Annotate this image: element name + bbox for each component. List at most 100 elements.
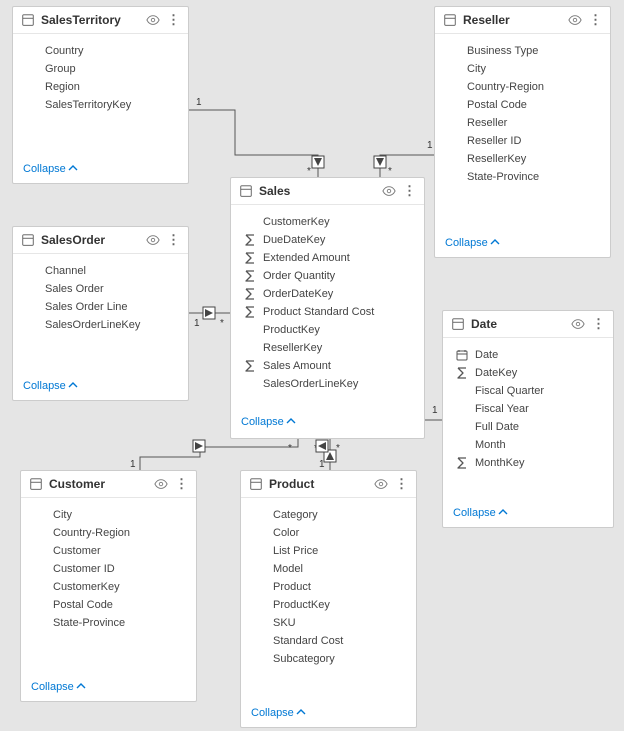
field-row[interactable]: SalesTerritoryKey	[23, 96, 182, 114]
field-row[interactable]: Country-Region	[445, 78, 604, 96]
field-row[interactable]: City	[445, 60, 604, 78]
field-row[interactable]: ProductKey	[251, 596, 410, 614]
field-row[interactable]: MonthKey	[453, 454, 607, 472]
collapse-link[interactable]: Collapse	[21, 674, 196, 701]
field-label: MonthKey	[475, 457, 605, 469]
field-label: OrderDateKey	[263, 288, 416, 300]
collapse-link[interactable]: Collapse	[13, 373, 188, 400]
sigma-icon	[455, 457, 469, 469]
field-row[interactable]: Model	[251, 560, 410, 578]
sigma-icon	[243, 288, 257, 300]
table-product[interactable]: Product⋮CategoryColorList PriceModelProd…	[240, 470, 417, 728]
field-row[interactable]: Region	[23, 78, 182, 96]
field-row[interactable]: Standard Cost	[251, 632, 410, 650]
table-customer[interactable]: Customer⋮ CityCountry-RegionCustomer Custo…	[20, 470, 197, 702]
field-row[interactable]: Channel	[23, 262, 182, 280]
field-row[interactable]: List Price	[251, 542, 410, 560]
field-row[interactable]: OrderDateKey	[241, 285, 418, 303]
field-row[interactable]: SalesOrderLineKey	[241, 375, 418, 393]
table-reseller[interactable]: Reseller ⋮ Business TypeCityCountry-Region…	[434, 6, 611, 258]
field-row[interactable]: SalesOrderLineKey	[23, 316, 182, 334]
collapse-link[interactable]: Collapse	[241, 700, 416, 727]
field-row[interactable]: DueDateKey	[241, 231, 418, 249]
table-sales[interactable]: Sales⋮CustomerKeyDueDateKeyExtended Amou…	[230, 177, 425, 439]
collapse-link[interactable]: Collapse	[231, 409, 424, 436]
field-label: Order Quantity	[263, 270, 416, 282]
field-row[interactable]: Product Standard Cost	[241, 303, 418, 321]
more-menu-icon[interactable]: ⋮	[588, 13, 602, 27]
visibility-icon[interactable]	[374, 477, 388, 491]
field-row[interactable]: Sales Order Line	[23, 298, 182, 316]
visibility-icon[interactable]	[146, 233, 160, 247]
svg-text:*: *	[307, 166, 311, 177]
field-row[interactable]: ResellerKey	[445, 150, 604, 168]
field-row[interactable]: Order Quantity	[241, 267, 418, 285]
table-header[interactable]: Date⋮	[443, 311, 613, 338]
field-row[interactable]: Color	[251, 524, 410, 542]
field-row[interactable]: Country	[23, 42, 182, 60]
field-row[interactable]: Postal Code	[31, 596, 190, 614]
table-sales-territory[interactable]: SalesTerritory⋮ Country GroupRegionSalesTe…	[12, 6, 189, 184]
field-label: Customer ID	[53, 563, 188, 575]
table-date[interactable]: Date⋮ DateDateKeyFiscal QuarterFiscal Yea…	[442, 310, 614, 528]
field-row[interactable]: Reseller	[445, 114, 604, 132]
field-label: Product Standard Cost	[263, 306, 416, 318]
collapse-link[interactable]: Collapse	[443, 500, 613, 527]
field-row[interactable]: Customer	[31, 542, 190, 560]
more-menu-icon[interactable]: ⋮	[166, 233, 180, 247]
field-row[interactable]: Group	[23, 60, 182, 78]
field-row[interactable]: Extended Amount	[241, 249, 418, 267]
field-row[interactable]: Fiscal Quarter	[453, 382, 607, 400]
field-row[interactable]: ResellerKey	[241, 339, 418, 357]
field-row[interactable]: Customer ID	[31, 560, 190, 578]
visibility-icon[interactable]	[146, 13, 160, 27]
field-row[interactable]: ProductKey	[241, 321, 418, 339]
field-row[interactable]: CustomerKey	[31, 578, 190, 596]
field-row[interactable]: City	[31, 506, 190, 524]
field-row[interactable]: CustomerKey	[241, 213, 418, 231]
field-row[interactable]: Sales Amount	[241, 357, 418, 375]
field-list: CustomerKeyDueDateKeyExtended Amount Orde…	[231, 205, 424, 409]
more-menu-icon[interactable]: ⋮	[402, 184, 416, 198]
more-menu-icon[interactable]: ⋮	[591, 317, 605, 331]
field-row[interactable]: Product	[251, 578, 410, 596]
visibility-icon[interactable]	[154, 477, 168, 491]
field-row[interactable]: Category	[251, 506, 410, 524]
visibility-icon[interactable]	[382, 184, 396, 198]
more-menu-icon[interactable]: ⋮	[174, 477, 188, 491]
model-canvas[interactable]: 1 * 1 * 1 * 1 * 1 * 1 * SalesTerritory⋮C…	[0, 0, 624, 731]
table-header[interactable]: Product⋮	[241, 471, 416, 498]
field-row[interactable]: DateKey	[453, 364, 607, 382]
visibility-icon[interactable]	[571, 317, 585, 331]
field-label: Country	[45, 45, 180, 57]
table-header[interactable]: SalesTerritory⋮	[13, 7, 188, 34]
collapse-link[interactable]: Collapse	[435, 230, 610, 257]
table-title: Reseller	[463, 13, 562, 27]
more-menu-icon[interactable]: ⋮	[394, 477, 408, 491]
field-row[interactable]: SKU	[251, 614, 410, 632]
table-icon	[21, 233, 35, 247]
field-row[interactable]: Full Date	[453, 418, 607, 436]
field-row[interactable]: Sales Order	[23, 280, 182, 298]
collapse-label: Collapse	[23, 380, 66, 392]
table-header[interactable]: SalesOrder⋮	[13, 227, 188, 254]
field-row[interactable]: Fiscal Year	[453, 400, 607, 418]
table-sales-order[interactable]: SalesOrder⋮ ChannelSales OrderSales Order…	[12, 226, 189, 401]
field-row[interactable]: Business Type	[445, 42, 604, 60]
field-row[interactable]: Date	[453, 346, 607, 364]
visibility-icon[interactable]	[568, 13, 582, 27]
field-row[interactable]: Reseller ID	[445, 132, 604, 150]
field-row[interactable]: Country-Region	[31, 524, 190, 542]
field-row[interactable]: State-Province	[31, 614, 190, 632]
field-row[interactable]: Subcategory	[251, 650, 410, 668]
field-label: State-Province	[53, 617, 188, 629]
field-row[interactable]: Month	[453, 436, 607, 454]
table-header[interactable]: Sales⋮	[231, 178, 424, 205]
collapse-link[interactable]: Collapse	[13, 156, 188, 183]
more-menu-icon[interactable]: ⋮	[166, 13, 180, 27]
field-row[interactable]: State-Province	[445, 168, 604, 186]
table-header[interactable]: Customer⋮	[21, 471, 196, 498]
table-header[interactable]: Reseller ⋮	[435, 7, 610, 34]
field-row[interactable]: Postal Code	[445, 96, 604, 114]
svg-text:*: *	[388, 166, 392, 177]
